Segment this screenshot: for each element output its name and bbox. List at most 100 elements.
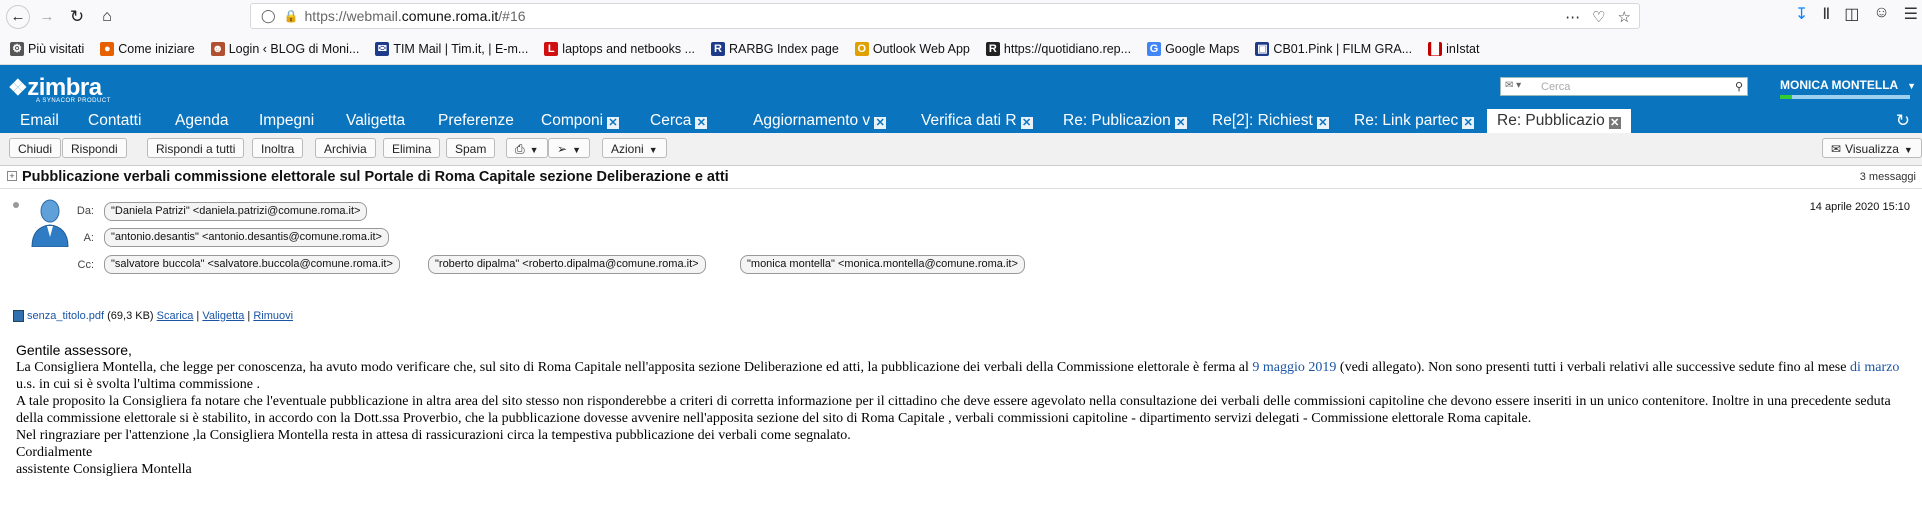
bookmark-label: Google Maps: [1165, 41, 1240, 56]
close-icon[interactable]: ✕: [695, 117, 708, 129]
tag-button[interactable]: ➢ ▼: [548, 138, 590, 158]
attachment-filename[interactable]: senza_titolo.pdf: [27, 310, 104, 322]
bookmark-item[interactable]: G Google Maps: [1147, 41, 1240, 56]
bookmark-item[interactable]: O Outlook Web App: [854, 41, 970, 56]
tab-re-publicazion[interactable]: Re: Publicazion ✕: [1063, 109, 1187, 133]
menu-icon[interactable]: ☰: [1904, 4, 1918, 24]
bookmark-item[interactable]: ▣ CB01.Pink | FILM GRA...: [1255, 41, 1412, 56]
gear-icon: ⚙: [10, 41, 24, 56]
tab-verifica-dati-r[interactable]: Verifica dati R ✕: [921, 109, 1033, 133]
account-icon[interactable]: ☺: [1873, 4, 1889, 24]
r-icon: R: [711, 41, 726, 56]
tab-aggiornamento-v[interactable]: Aggiornamento v ✕: [753, 109, 887, 133]
bookmark-item[interactable]: ☻ Login ‹ BLOG di Moni...: [210, 41, 360, 56]
mail-icon: ✉: [375, 41, 390, 56]
sidebar-icon[interactable]: ◫: [1844, 4, 1859, 24]
tab-re-link-partec[interactable]: Re: Link partec ✕: [1354, 109, 1475, 133]
spam-button[interactable]: Spam: [446, 138, 496, 158]
cc-address[interactable]: "monica montella" <monica.montella@comun…: [740, 255, 1025, 274]
logo-subtitle: A SYNACOR PRODUCT: [36, 98, 111, 104]
body-paragraph: Nel ringraziare per l'attenzione ,la Con…: [16, 428, 851, 443]
expand-icon[interactable]: +: [7, 171, 17, 181]
refresh-icon[interactable]: ↻: [1896, 111, 1910, 131]
date-link[interactable]: 9 maggio 2019: [1252, 360, 1336, 375]
url-actions: ⋯ ♡ ☆: [1565, 8, 1631, 26]
delete-button[interactable]: Elimina: [383, 138, 441, 158]
close-icon[interactable]: ✕: [607, 117, 620, 129]
pocket-icon[interactable]: ♡: [1592, 8, 1605, 26]
bookmark-label: Login ‹ BLOG di Moni...: [228, 41, 360, 56]
blog-icon: ☻: [210, 41, 225, 56]
from-label: Da:: [76, 205, 94, 217]
tab-impegni[interactable]: Impegni: [259, 109, 314, 133]
tab-re-pubblicazio[interactable]: Re: Pubblicazio ✕: [1487, 109, 1631, 133]
briefcase-link[interactable]: Valigetta: [202, 310, 244, 322]
date-link[interactable]: di marzo: [1850, 360, 1899, 375]
cc-label: Cc:: [77, 259, 95, 271]
tab-valigetta[interactable]: Valigetta: [346, 109, 405, 133]
reply-button[interactable]: Rispondi: [62, 138, 127, 158]
close-icon[interactable]: ✕: [1462, 117, 1475, 129]
home-icon[interactable]: ⌂: [94, 4, 120, 30]
bookmark-label: https://quotidiano.rep...: [1003, 41, 1132, 56]
bookmark-item[interactable]: █ inIstat: [1428, 41, 1479, 56]
cc-address[interactable]: "salvatore buccola" <salvatore.buccola@c…: [104, 255, 400, 274]
tab-email[interactable]: Email: [20, 109, 59, 133]
tab-label: Email: [20, 112, 59, 129]
attachment-size: (69,3 KB): [107, 310, 154, 322]
actions-button[interactable]: Azioni ▼: [602, 138, 667, 158]
bookmark-item[interactable]: ✉ TIM Mail | Tim.it, | E-m...: [375, 41, 528, 56]
read-status-icon[interactable]: [13, 202, 19, 208]
reply-all-button[interactable]: Rispondi a tutti: [147, 138, 245, 158]
tab-preferenze[interactable]: Preferenze: [438, 109, 514, 133]
bookmark-item[interactable]: Llaptops and netbooks ...: [544, 41, 695, 56]
forward-button[interactable]: Inoltra: [252, 138, 304, 158]
print-button[interactable]: ⎙ ▼: [506, 138, 548, 158]
search-type-icon[interactable]: ✉ ▾: [1505, 80, 1521, 91]
library-icon[interactable]: Ⅱ: [1822, 4, 1830, 24]
view-button[interactable]: ✉ Visualizza ▼: [1822, 138, 1922, 158]
film-icon: ▣: [1255, 41, 1270, 56]
bookmark-item[interactable]: ⚙ Più visitati: [10, 41, 84, 56]
tab-label: Preferenze: [438, 112, 514, 129]
to-address[interactable]: "antonio.desantis" <antonio.desantis@com…: [104, 228, 389, 247]
remove-link[interactable]: Rimuovi: [253, 310, 293, 322]
tab-componi[interactable]: Componi ✕: [541, 109, 620, 133]
close-icon[interactable]: ✕: [1174, 117, 1187, 129]
from-address[interactable]: "Daniela Patrizi" <daniela.patrizi@comun…: [104, 202, 368, 221]
tab-label: Re[2]: Richiest: [1212, 112, 1313, 129]
tab-agenda[interactable]: Agenda: [175, 109, 228, 133]
search-box[interactable]: ✉ ▾ Cerca ⚲: [1500, 77, 1748, 96]
more-actions-icon[interactable]: ⋯: [1565, 8, 1580, 26]
tab-re-2-richiest[interactable]: Re[2]: Richiest ✕: [1212, 109, 1329, 133]
tab-label: Agenda: [175, 112, 229, 129]
bookmark-item[interactable]: Rhttps://quotidiano.rep...: [985, 41, 1132, 56]
to-label: A:: [83, 232, 94, 244]
download-icon[interactable]: ↧: [1795, 4, 1808, 24]
cc-address[interactable]: "roberto dipalma" <roberto.dipalma@comun…: [428, 255, 706, 274]
bookmark-item[interactable]: R RARBG Index page: [711, 41, 839, 56]
greeting: Gentile assessore,: [16, 342, 132, 358]
bookmark-item[interactable]: ● Come iniziare: [100, 41, 195, 56]
tab-cerca[interactable]: Cerca ✕: [650, 109, 708, 133]
search-input[interactable]: Cerca: [1541, 81, 1735, 93]
forward-button[interactable]: →: [34, 4, 60, 30]
bookmark-label: Outlook Web App: [872, 41, 970, 56]
close-icon[interactable]: ✕: [1020, 117, 1033, 129]
user-menu[interactable]: MONICA MONTELLA ▼: [1780, 78, 1916, 92]
quota-bar: [1780, 95, 1910, 99]
download-link[interactable]: Scarica: [157, 310, 194, 322]
bookmark-star-icon[interactable]: ☆: [1618, 8, 1631, 26]
reload-button[interactable]: ↻: [64, 4, 90, 30]
close-icon[interactable]: ✕: [874, 117, 887, 129]
archive-button[interactable]: Archivia: [315, 138, 376, 158]
tab-contatti[interactable]: Contatti: [88, 109, 141, 133]
tab-label: Contatti: [88, 112, 142, 129]
search-icon[interactable]: ⚲: [1735, 80, 1743, 93]
close-button[interactable]: Chiudi: [9, 138, 62, 158]
close-icon[interactable]: ✕: [1316, 117, 1329, 129]
close-icon[interactable]: ✕: [1608, 117, 1621, 129]
back-button[interactable]: ←: [6, 4, 30, 29]
zimbra-logo-icon: ❖: [8, 75, 28, 100]
url-bar[interactable]: ◯ 🔒 https://webmail.comune.roma.it/#16 ⋯…: [250, 3, 1640, 29]
